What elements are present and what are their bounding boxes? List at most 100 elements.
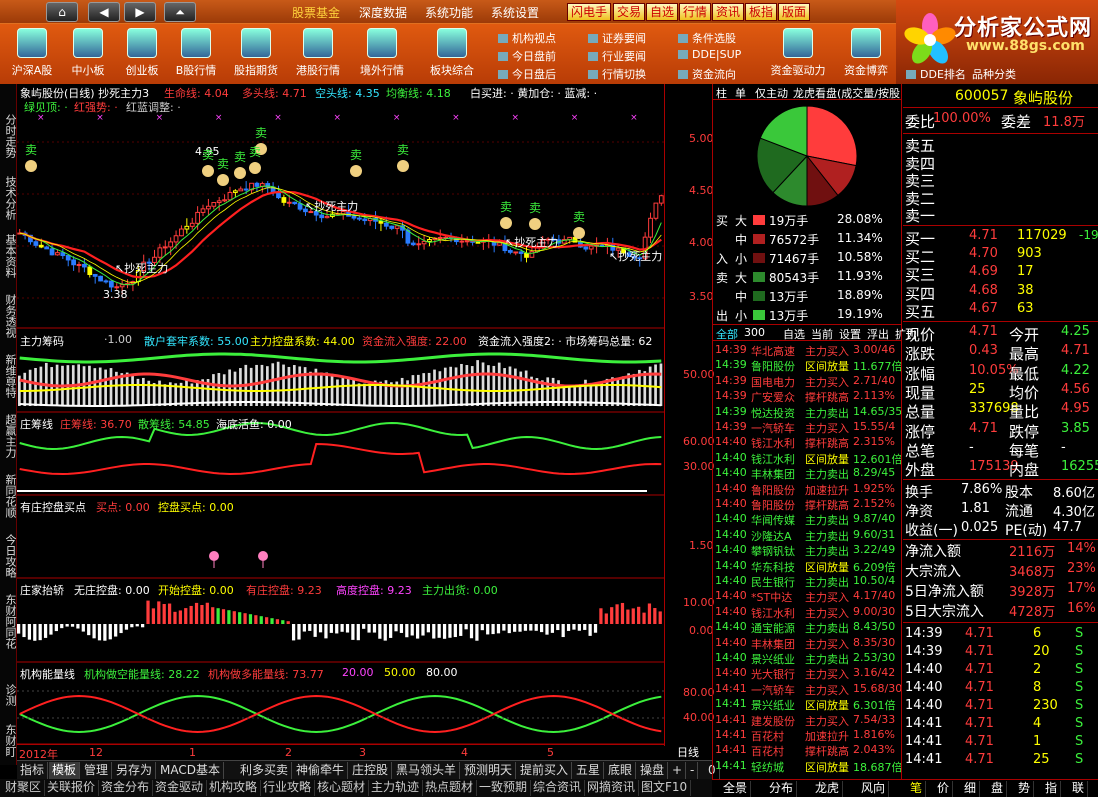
list-tab-0[interactable]: 全部 bbox=[716, 326, 738, 342]
indicator-tab-7[interactable]: 庄控股 bbox=[349, 762, 393, 779]
alert-row[interactable]: 14:41 景兴纸业 区间放量 6.301倍 bbox=[713, 697, 901, 712]
quick-quotes[interactable]: 行情 bbox=[679, 3, 712, 21]
mid-bottom-tab-2[interactable]: 龙虎 bbox=[812, 781, 844, 797]
mid-bottom-tab-1[interactable]: 分布 bbox=[766, 781, 798, 797]
alert-row[interactable]: 14:41 一汽轿车 主力买入 15.68/30 bbox=[713, 682, 901, 697]
quick-layout[interactable]: 版面 bbox=[778, 3, 811, 21]
info-tab-12[interactable]: 图文F10 bbox=[638, 780, 692, 796]
quote-bottom-tab-2[interactable]: 细 bbox=[961, 781, 981, 797]
indicator-tab-4[interactable]: MACD基本 bbox=[157, 762, 224, 779]
tb-shsz-a[interactable]: 沪深A股 bbox=[6, 28, 58, 78]
tb-sme-board[interactable]: 中小板 bbox=[62, 28, 114, 78]
alert-row[interactable]: 14:40 鲁阳股份 撑杆跳高 2.152% bbox=[713, 497, 901, 512]
indicator-tab-12[interactable]: 底眼 bbox=[605, 762, 637, 779]
list-tab-5[interactable]: 浮出 bbox=[867, 326, 889, 342]
list-tab-4[interactable]: 设置 bbox=[839, 326, 861, 342]
indicator-tab-2[interactable]: 管理 bbox=[81, 762, 113, 779]
tb-overseas[interactable]: 境外行情 bbox=[354, 28, 410, 78]
tb-institution-view[interactable]: 机构视点 bbox=[498, 30, 556, 46]
info-tab-4[interactable]: 机构攻略 bbox=[206, 780, 262, 796]
tb-dde-sup[interactable]: DDE|SUP bbox=[678, 48, 741, 61]
alert-row[interactable]: 14:40 钱江水利 撑杆跳高 2.315% bbox=[713, 435, 901, 450]
alert-row[interactable]: 14:40 攀钢钒钛 主力卖出 3.22/49 bbox=[713, 543, 901, 558]
info-tab-5[interactable]: 行业攻略 bbox=[260, 780, 316, 796]
alert-row[interactable]: 14:39 广安爱众 撑杆跳高 2.113% bbox=[713, 389, 901, 404]
alert-row[interactable]: 14:40 通宝能源 主力卖出 8.43/50 bbox=[713, 620, 901, 635]
indicator-tab-11[interactable]: 五星 bbox=[573, 762, 605, 779]
tb-fund-game[interactable]: 资金博弈 bbox=[838, 28, 894, 78]
tab-bar[interactable]: 柱 bbox=[716, 85, 727, 101]
indicator-tab-6[interactable]: 神偷牵牛 bbox=[293, 762, 349, 779]
alert-row[interactable]: 14:39 华北高速 主力买入 3.00/46 bbox=[713, 343, 901, 358]
alert-row[interactable]: 14:39 鲁阳股份 区间放量 11.677倍 bbox=[713, 358, 901, 373]
alert-row[interactable]: 14:40 民生银行 主力卖出 10.50/4 bbox=[713, 574, 901, 589]
indicator-tab-5[interactable]: 利多买卖 bbox=[237, 762, 293, 779]
tab-active-only[interactable]: 仅主动 bbox=[755, 85, 788, 101]
nav-today-guide[interactable]: 今日攻略 bbox=[1, 534, 17, 578]
tb-quote-switch[interactable]: 行情切换 bbox=[588, 66, 646, 82]
mid-bottom-tab-0[interactable]: 全景 bbox=[720, 781, 752, 797]
quote-bottom-tab-5[interactable]: 指 bbox=[1042, 781, 1062, 797]
quick-flash-trade[interactable]: 闪电手 bbox=[567, 3, 612, 21]
nav-tonghuashun[interactable]: 新同花顺 bbox=[1, 474, 17, 518]
quote-bottom-tab-0[interactable]: 笔 bbox=[907, 781, 927, 797]
quote-bottom-tab-1[interactable]: 价 bbox=[934, 781, 954, 797]
quote-bottom-tab-4[interactable]: 势 bbox=[1015, 781, 1035, 797]
alert-row[interactable]: 14:41 百花村 撑杆跳高 2.043% bbox=[713, 743, 901, 758]
tb-postmarket[interactable]: 今日盘后 bbox=[498, 66, 556, 82]
tb-dde-ranking[interactable]: DDE排名 bbox=[906, 66, 966, 82]
indicator-tab-0[interactable]: 指标 bbox=[17, 762, 49, 779]
tb-category[interactable]: 品种分类 bbox=[972, 66, 1016, 82]
home-button[interactable]: ⌂ bbox=[46, 2, 78, 22]
alert-row[interactable]: 14:40 光大银行 主力买入 3.16/42 bbox=[713, 666, 901, 681]
alert-row[interactable]: 14:41 建发股份 主力买入 7.54/33 bbox=[713, 713, 901, 728]
info-tab-6[interactable]: 核心题材 bbox=[314, 780, 370, 796]
alert-row[interactable]: 14:40 华东科技 区间放量 6.209倍 bbox=[713, 559, 901, 574]
forward-button[interactable]: ▶ bbox=[124, 2, 156, 22]
alert-row[interactable]: 14:41 百花村 加速拉升 1.816% bbox=[713, 728, 901, 743]
nav-diagnose[interactable]: 诊测 bbox=[1, 684, 17, 706]
quote-bottom-tab-3[interactable]: 盘 bbox=[988, 781, 1008, 797]
alert-row[interactable]: 14:39 国电电力 主力买入 2.71/40 bbox=[713, 374, 901, 389]
indicator-tab-14[interactable]: + bbox=[669, 762, 687, 779]
nav-xinwei[interactable]: 新维尊特 bbox=[1, 354, 17, 398]
info-tab-1[interactable]: 关联报价 bbox=[44, 780, 100, 796]
nav-basic-info[interactable]: 基本资料 bbox=[1, 234, 17, 278]
tb-stock-screener[interactable]: 条件选股 bbox=[678, 30, 736, 46]
tab-dragon-tiger[interactable]: 龙虎看盘(成交量/按股 bbox=[793, 85, 901, 101]
alert-row[interactable]: 14:40 钱江水利 主力买入 9.00/30 bbox=[713, 605, 901, 620]
nav-finance[interactable]: 财务透视 bbox=[1, 294, 17, 338]
alert-row[interactable]: 14:40 *ST中达 主力买入 4.17/40 bbox=[713, 589, 901, 604]
quick-news[interactable]: 资讯 bbox=[712, 3, 745, 21]
tb-premarket[interactable]: 今日盘前 bbox=[498, 48, 556, 64]
info-tab-3[interactable]: 资金驱动 bbox=[152, 780, 208, 796]
info-tab-9[interactable]: 一致预期 bbox=[476, 780, 532, 796]
menu-system-functions[interactable]: 系统功能 bbox=[425, 4, 473, 21]
indicator-tab-13[interactable]: 操盘 bbox=[637, 762, 669, 779]
tab-single[interactable]: 单 bbox=[735, 85, 746, 101]
indicator-tab-10[interactable]: 提前买入 bbox=[517, 762, 573, 779]
menu-depth-data[interactable]: 深度数据 bbox=[359, 4, 407, 21]
menu-stocks-funds[interactable]: 股票基金 bbox=[292, 4, 340, 21]
quick-trade[interactable]: 交易 bbox=[613, 3, 646, 21]
collapse-button[interactable]: ⏶ bbox=[164, 2, 196, 22]
quick-board-index[interactable]: 板指 bbox=[745, 3, 778, 21]
alert-row[interactable]: 14:40 丰林集团 主力买入 8.35/30 bbox=[713, 636, 901, 651]
indicator-tab-1[interactable]: 模板 bbox=[49, 762, 81, 779]
tb-gem-board[interactable]: 创业板 bbox=[116, 28, 168, 78]
indicator-tab-3[interactable]: 另存为 bbox=[113, 762, 157, 779]
alert-row[interactable]: 14:40 景兴纸业 主力卖出 2.53/30 bbox=[713, 651, 901, 666]
menu-system-settings[interactable]: 系统设置 bbox=[491, 4, 539, 21]
info-tab-2[interactable]: 资金分布 bbox=[98, 780, 154, 796]
period-label[interactable]: 日线 bbox=[677, 744, 699, 760]
info-tab-11[interactable]: 网摘资讯 bbox=[584, 780, 640, 796]
indicator-tab-9[interactable]: 预测明天 bbox=[461, 762, 517, 779]
nav-chaoying[interactable]: 超赢主力 bbox=[1, 414, 17, 458]
alert-row[interactable]: 14:39 一汽轿车 主力买入 15.55/4 bbox=[713, 420, 901, 435]
list-tab-3[interactable]: 当前 bbox=[811, 326, 833, 342]
tb-hk-stocks[interactable]: 港股行情 bbox=[290, 28, 346, 78]
tb-sector-overview[interactable]: 板块综合 bbox=[424, 28, 480, 78]
nav-technical[interactable]: 技术分析 bbox=[1, 176, 17, 220]
nav-dongcai[interactable]: 东财阿同花 bbox=[1, 594, 17, 649]
indicator-tab-8[interactable]: 黑马领头羊 bbox=[393, 762, 461, 779]
